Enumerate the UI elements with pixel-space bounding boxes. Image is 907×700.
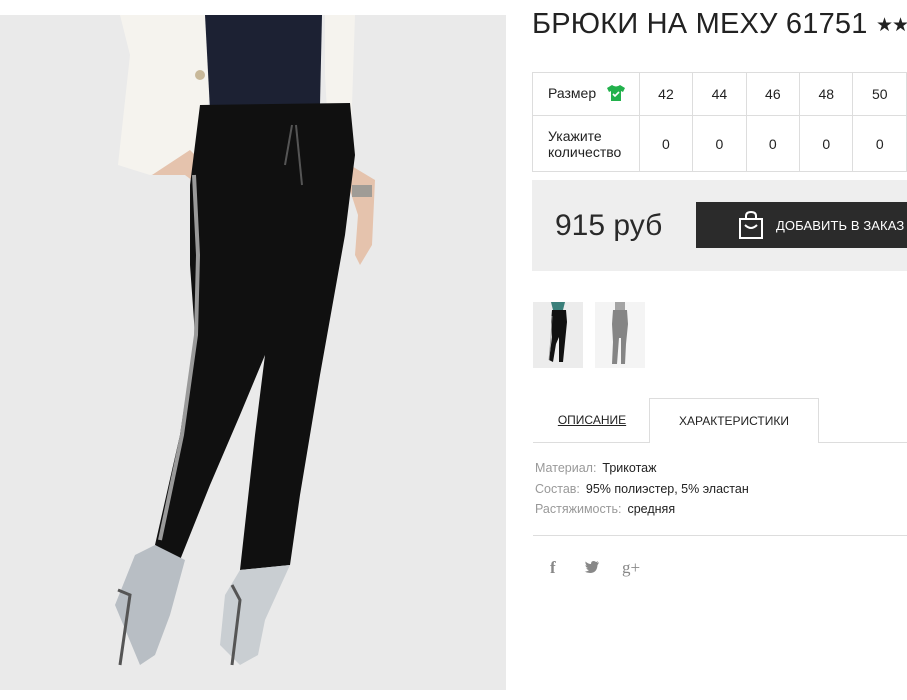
size-cell: 48 bbox=[799, 72, 854, 116]
spec-row-composition: Состав: 95% полиэстер, 5% эластан bbox=[535, 482, 749, 503]
spec-row-material: Материал: Трикотаж bbox=[535, 461, 749, 482]
size-cell: 50 bbox=[852, 72, 907, 116]
shopping-bag-icon bbox=[737, 210, 765, 243]
quantity-label: Укажите количество bbox=[532, 115, 640, 172]
thumbnail-front[interactable] bbox=[533, 302, 583, 368]
product-title: БРЮКИ НА МЕХУ 61751 bbox=[532, 8, 868, 40]
size-label: Размер bbox=[548, 84, 597, 101]
thumbnail-back[interactable] bbox=[595, 302, 645, 368]
quantity-input[interactable]: 0 bbox=[638, 115, 694, 172]
twitter-icon[interactable] bbox=[584, 560, 600, 579]
spec-value: 95% полиэстер, 5% эластан bbox=[585, 481, 749, 496]
size-cell: 44 bbox=[692, 72, 747, 116]
price-box: 915 руб ДОБАВИТЬ В ЗАКАЗ bbox=[532, 180, 907, 271]
quantity-input[interactable]: 0 bbox=[852, 115, 907, 172]
spec-key: Растяжимость: bbox=[535, 502, 622, 516]
add-to-order-button[interactable]: ДОБАВИТЬ В ЗАКАЗ bbox=[696, 202, 907, 248]
spec-key: Материал: bbox=[535, 461, 597, 475]
quantity-input[interactable]: 0 bbox=[692, 115, 747, 172]
spec-value: Трикотаж bbox=[602, 461, 657, 475]
size-table: Размер 42 44 46 48 50 Укажите количество… bbox=[532, 72, 907, 172]
spec-row-stretch: Растяжимость: средняя bbox=[535, 502, 749, 523]
price: 915 руб bbox=[555, 209, 663, 242]
spec-key: Состав: bbox=[535, 481, 580, 496]
size-cell: 42 bbox=[638, 72, 694, 116]
specs-list: Материал: Трикотаж Состав: 95% полиэстер, … bbox=[535, 461, 749, 523]
size-cell: 46 bbox=[745, 72, 801, 116]
facebook-icon[interactable]: f bbox=[550, 558, 556, 578]
tshirt-icon[interactable] bbox=[606, 84, 626, 105]
rating-stars[interactable]: ★★ bbox=[876, 14, 907, 37]
google-plus-icon[interactable]: g+ bbox=[622, 558, 640, 578]
tab-description[interactable]: ОПИСАНИЕ bbox=[536, 398, 648, 442]
product-main-photo[interactable] bbox=[0, 15, 506, 690]
quantity-row: Укажите количество 0 0 0 0 0 bbox=[532, 115, 907, 172]
spec-value: средняя bbox=[627, 502, 676, 516]
quantity-input[interactable]: 0 bbox=[799, 115, 854, 172]
quantity-input[interactable]: 0 bbox=[745, 115, 801, 172]
size-row: Размер 42 44 46 48 50 bbox=[532, 72, 907, 116]
specs-divider bbox=[533, 535, 907, 536]
tab-characteristics[interactable]: ХАРАКТЕРИСТИКИ bbox=[649, 398, 819, 443]
size-label-cell: Размер bbox=[532, 72, 640, 116]
add-to-order-label: ДОБАВИТЬ В ЗАКАЗ bbox=[776, 218, 905, 233]
